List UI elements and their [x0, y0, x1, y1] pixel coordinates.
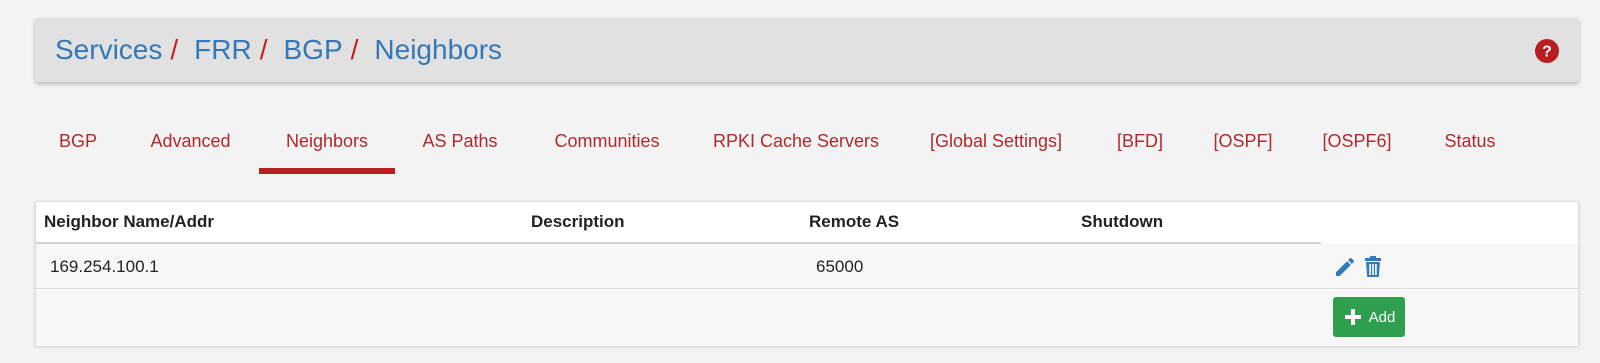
tab-bgp[interactable]: BGP	[50, 108, 106, 174]
tab-status[interactable]: Status	[1433, 108, 1507, 174]
add-button[interactable]: Add	[1333, 297, 1405, 337]
breadcrumb-frr[interactable]: FRR	[194, 34, 252, 66]
tab-as-paths[interactable]: AS Paths	[413, 108, 507, 174]
add-button-label: Add	[1368, 308, 1396, 326]
tab-bar: BGP Advanced Neighbors AS Paths Communit…	[35, 108, 1579, 176]
breadcrumb-neighbors[interactable]: Neighbors	[374, 34, 502, 66]
page-header: Services / FRR / BGP / Neighbors ?	[35, 18, 1579, 82]
tab-rpki-cache-servers[interactable]: RPKI Cache Servers	[707, 108, 885, 174]
trash-icon[interactable]	[1361, 255, 1385, 279]
tab-ospf[interactable]: [OSPF]	[1209, 108, 1277, 174]
tab-ospf6[interactable]: [OSPF6]	[1317, 108, 1397, 174]
breadcrumb-separator: /	[170, 34, 179, 65]
neighbors-table: Neighbor Name/Addr Description Remote AS…	[35, 201, 1579, 346]
table-row: 169.254.100.1 65000	[36, 244, 1578, 289]
add-row: Add	[36, 290, 1578, 346]
breadcrumb-bgp[interactable]: BGP	[283, 34, 342, 66]
table-header: Neighbor Name/Addr Description Remote AS…	[36, 202, 1578, 244]
breadcrumb-services[interactable]: Services	[55, 34, 162, 66]
pencil-icon[interactable]	[1333, 255, 1357, 279]
tab-bfd[interactable]: [BFD]	[1112, 108, 1168, 174]
breadcrumb: Services / FRR / BGP / Neighbors	[55, 18, 502, 82]
column-header-remote-as: Remote AS	[809, 212, 900, 231]
breadcrumb-separator: /	[259, 34, 268, 65]
question-circle-icon[interactable]: ?	[1535, 39, 1559, 63]
plus-icon	[1344, 309, 1361, 325]
tab-neighbors[interactable]: Neighbors	[259, 108, 395, 174]
tab-global-settings[interactable]: [Global Settings]	[921, 108, 1071, 174]
cell-neighbor: 169.254.100.1	[50, 256, 159, 276]
tab-advanced[interactable]: Advanced	[139, 108, 242, 174]
svg-text:?: ?	[1542, 44, 1552, 61]
cell-remote-as: 65000	[816, 256, 864, 276]
column-header-neighbor: Neighbor Name/Addr	[44, 212, 215, 231]
breadcrumb-separator: /	[350, 34, 359, 65]
tab-communities[interactable]: Communities	[543, 108, 671, 174]
column-header-description: Description	[531, 212, 625, 231]
column-header-shutdown: Shutdown	[1081, 212, 1164, 231]
